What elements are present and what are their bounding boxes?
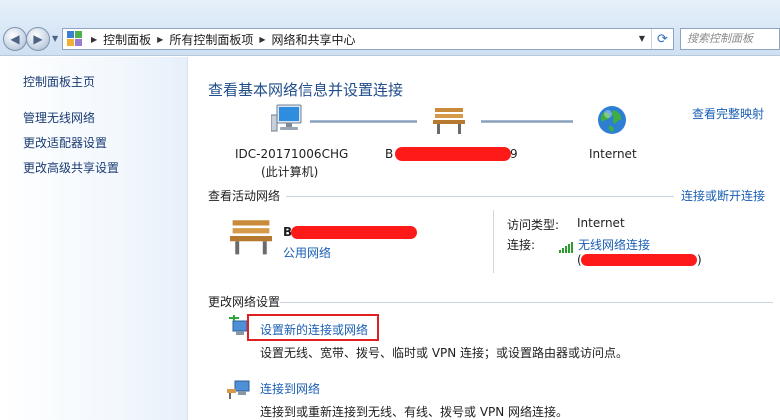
vertical-divider	[493, 210, 494, 273]
signal-strength-icon	[559, 239, 574, 253]
change-settings-header: 更改网络设置	[208, 295, 281, 309]
setup-new-connection-link[interactable]: 设置新的连接或网络	[260, 321, 368, 338]
bench-network-icon	[433, 108, 465, 134]
main-content: 查看基本网络信息并设置连接 查看完整映射 IDC-20171006CHG (此计…	[189, 57, 780, 420]
connect-network-icon	[227, 380, 250, 399]
access-type-value: Internet	[577, 216, 625, 230]
breadcrumb-control-panel[interactable]: 控制面板	[103, 31, 151, 48]
network-type-link[interactable]: 公用网络	[283, 244, 331, 261]
redaction-mark	[291, 226, 417, 239]
active-networks-header: 查看活动网络	[208, 189, 281, 203]
breadcrumb-arrow-icon: ▶	[157, 34, 164, 44]
search-placeholder: 搜索控制面板	[687, 32, 753, 45]
task-pane: 控制面板主页 管理无线网络 更改适配器设置 更改高级共享设置	[0, 57, 188, 420]
search-input[interactable]: 搜索控制面板	[680, 28, 780, 50]
computer-note: (此计算机)	[261, 165, 319, 179]
connection-value-wrap: 无线网络连接	[559, 236, 650, 253]
connection-line-computer	[310, 120, 417, 123]
map-network-name: B	[385, 147, 394, 161]
sidebar-item-advanced-sharing[interactable]: 更改高级共享设置	[23, 159, 119, 176]
sidebar-item-manage-wireless[interactable]: 管理无线网络	[23, 109, 95, 126]
ssid-close-paren: )	[697, 253, 702, 267]
public-network-bench-icon	[230, 220, 272, 255]
internet-label: Internet	[589, 147, 637, 161]
forward-button[interactable]: ▶	[26, 27, 50, 51]
page-title: 查看基本网络信息并设置连接	[208, 81, 404, 99]
recent-pages-dropdown[interactable]: ▼	[52, 34, 58, 43]
setup-new-connection-description: 设置无线、宽带、拨号、临时或 VPN 连接；或设置路由器或访问点。	[260, 346, 629, 360]
breadcrumb-arrow-icon: ▶	[259, 34, 266, 44]
connection-label: 连接:	[507, 238, 536, 252]
section-divider	[286, 196, 674, 197]
computer-name: IDC-20171006CHG	[235, 147, 349, 161]
forward-arrow-icon: ▶	[33, 32, 43, 46]
connect-disconnect-link[interactable]: 连接或断开连接	[681, 187, 765, 204]
globe-icon	[598, 106, 626, 134]
refresh-icon[interactable]: ⟳	[651, 29, 673, 49]
control-panel-icon	[67, 31, 85, 47]
back-button[interactable]: ◀	[3, 27, 27, 51]
address-bar[interactable]: ▶ 控制面板 ▶ 所有控制面板项 ▶ 网络和共享中心 ▼ ⟳	[62, 28, 674, 50]
map-network-name-end: 9	[510, 147, 518, 161]
breadcrumb-arrow-icon: ▶	[91, 34, 98, 44]
back-arrow-icon: ◀	[10, 32, 20, 46]
access-type-label: 访问类型:	[507, 218, 560, 232]
connect-to-network-link[interactable]: 连接到网络	[260, 380, 320, 397]
sidebar-item-adapter-settings[interactable]: 更改适配器设置	[23, 134, 107, 151]
connection-line-internet	[481, 120, 573, 123]
full-map-link[interactable]: 查看完整映射	[692, 105, 764, 122]
breadcrumb-all-items[interactable]: 所有控制面板项	[169, 31, 253, 48]
breadcrumb-network-center[interactable]: 网络和共享中心	[272, 31, 356, 48]
computer-icon	[271, 104, 302, 132]
section-divider	[280, 302, 773, 303]
wireless-connection-link[interactable]: 无线网络连接	[578, 238, 650, 252]
connect-to-network-description: 连接到或重新连接到无线、有线、拨号或 VPN 网络连接。	[260, 405, 569, 419]
redaction-mark	[581, 254, 697, 266]
redaction-mark	[395, 147, 511, 161]
address-toolbar: ◀ ▶ ▼ ▶ 控制面板 ▶ 所有控制面板项 ▶ 网络和共享中心 ▼ ⟳ 搜索控…	[0, 0, 780, 56]
sidebar-item-home[interactable]: 控制面板主页	[23, 73, 95, 90]
address-dropdown-icon[interactable]: ▼	[639, 34, 645, 43]
